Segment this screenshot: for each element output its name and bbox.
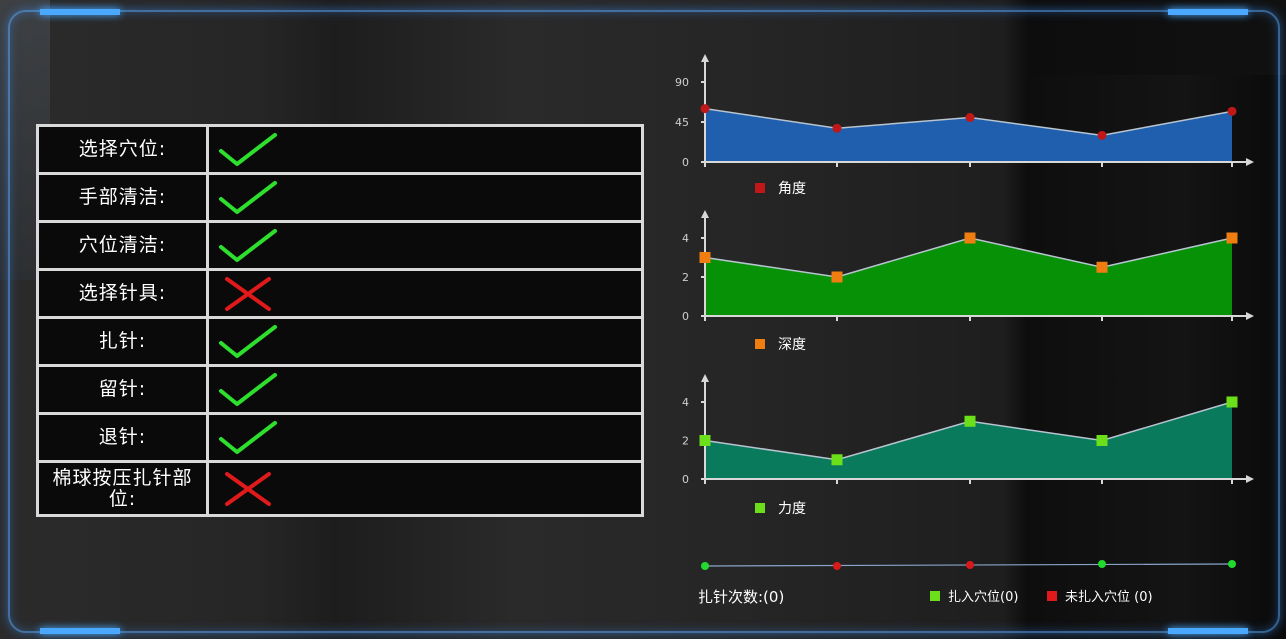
data-point [700, 104, 710, 114]
checklist-row: 手部清洁: [39, 175, 641, 223]
cross-icon [225, 276, 271, 311]
checklist-label: 选择穴位: [39, 127, 209, 172]
checklist-status [209, 223, 641, 268]
legend-swatch [755, 183, 765, 193]
checklist-label: 留针: [39, 367, 209, 412]
checklist-row: 选择穴位: [39, 127, 641, 175]
y-axis-arrow [701, 210, 709, 218]
metrics-charts-svg: 0 45 90 角度 0 2 4 深度 0 2 4 力度扎针次数:(0) 扎入穴位(0) 未扎入穴位 (0… [675, 54, 1254, 606]
checklist-label: 退针: [39, 415, 209, 460]
cross-icon [225, 471, 271, 506]
legend-in-label: 扎入穴位(0) [948, 590, 1018, 605]
x-axis-arrow [1246, 312, 1254, 320]
legend-label: 深度 [778, 337, 806, 353]
y-tick-label: 0 [682, 473, 689, 486]
y-tick-label: 45 [675, 116, 689, 129]
checklist-row: 穴位清洁: [39, 223, 641, 271]
y-tick-label: 2 [682, 435, 689, 448]
data-point [699, 435, 711, 446]
checklist-status [209, 463, 641, 514]
legend-swatch [755, 503, 765, 513]
y-tick-label: 0 [682, 156, 689, 169]
data-point [1227, 106, 1237, 116]
legend-swatch-in [930, 591, 940, 601]
check-icon [219, 372, 277, 406]
y-tick-label: 90 [675, 76, 689, 89]
check-icon [219, 180, 277, 214]
legend-swatch [755, 339, 765, 349]
data-point [1226, 232, 1238, 244]
needle-track: 扎针次数:(0) 扎入穴位(0) 未扎入穴位 (0) [698, 560, 1236, 606]
data-point [964, 232, 976, 244]
checklist-status [209, 415, 641, 460]
metrics-panel: 0 45 90 角度 0 2 4 深度 0 2 4 力度扎针次数:(0) 扎入穴位(0) 未扎入穴位 (0… [660, 40, 1270, 630]
y-tick-label: 4 [682, 232, 689, 245]
data-point [1226, 396, 1238, 408]
chart-area [705, 238, 1232, 316]
checklist-row: 退针: [39, 415, 641, 463]
check-icon [219, 420, 277, 454]
data-point [965, 113, 975, 123]
data-point [832, 123, 842, 133]
checklist-row: 选择针具: [39, 271, 641, 319]
data-point [1097, 130, 1107, 140]
legend-label: 角度 [778, 181, 806, 197]
data-point [831, 454, 843, 466]
needle-point [701, 562, 709, 570]
chart-3: 0 2 4 力度 [682, 374, 1254, 517]
legend-label: 力度 [778, 501, 806, 517]
checklist-status [209, 367, 641, 412]
data-point [1096, 261, 1108, 273]
y-axis-arrow [701, 54, 709, 62]
checklist-label: 扎针: [39, 319, 209, 364]
checklist-status [209, 127, 641, 172]
checklist-label: 棉球按压扎针部位: [39, 463, 209, 514]
y-axis-arrow [701, 374, 709, 382]
y-tick-label: 4 [682, 396, 689, 409]
check-icon [219, 324, 277, 358]
checklist-label: 手部清洁: [39, 175, 209, 220]
checklist-label: 穴位清洁: [39, 223, 209, 268]
checklist-label: 选择针具: [39, 271, 209, 316]
x-axis-arrow [1246, 475, 1254, 483]
checklist-row: 扎针: [39, 319, 641, 367]
legend-out-label: 未扎入穴位 (0) [1065, 590, 1153, 605]
y-tick-label: 0 [682, 310, 689, 323]
checklist-status [209, 175, 641, 220]
data-point [831, 271, 843, 283]
y-tick-label: 2 [682, 271, 689, 284]
checklist-row: 棉球按压扎针部位: [39, 463, 641, 514]
data-point [699, 252, 711, 263]
check-icon [219, 132, 277, 166]
needle-point [966, 561, 974, 569]
data-point [1096, 435, 1108, 446]
needle-point [833, 562, 841, 570]
checklist-status [209, 271, 641, 316]
x-axis-arrow [1246, 158, 1254, 166]
needle-point [1098, 560, 1106, 568]
checklist-row: 留针: [39, 367, 641, 415]
needle-point [1228, 560, 1236, 568]
data-point [964, 415, 976, 427]
chart-area [705, 402, 1232, 479]
chart-1: 0 45 90 角度 [675, 54, 1254, 197]
needle-count-label: 扎针次数:(0) [698, 588, 784, 606]
checklist-status [209, 319, 641, 364]
legend-swatch-out [1047, 591, 1057, 601]
chart-2: 0 2 4 深度 [682, 210, 1254, 353]
procedure-checklist: 选择穴位: 手部清洁: 穴位清洁: 选择针具: 扎针: 留针: 退针: 棉球按压… [36, 124, 644, 517]
check-icon [219, 228, 277, 262]
